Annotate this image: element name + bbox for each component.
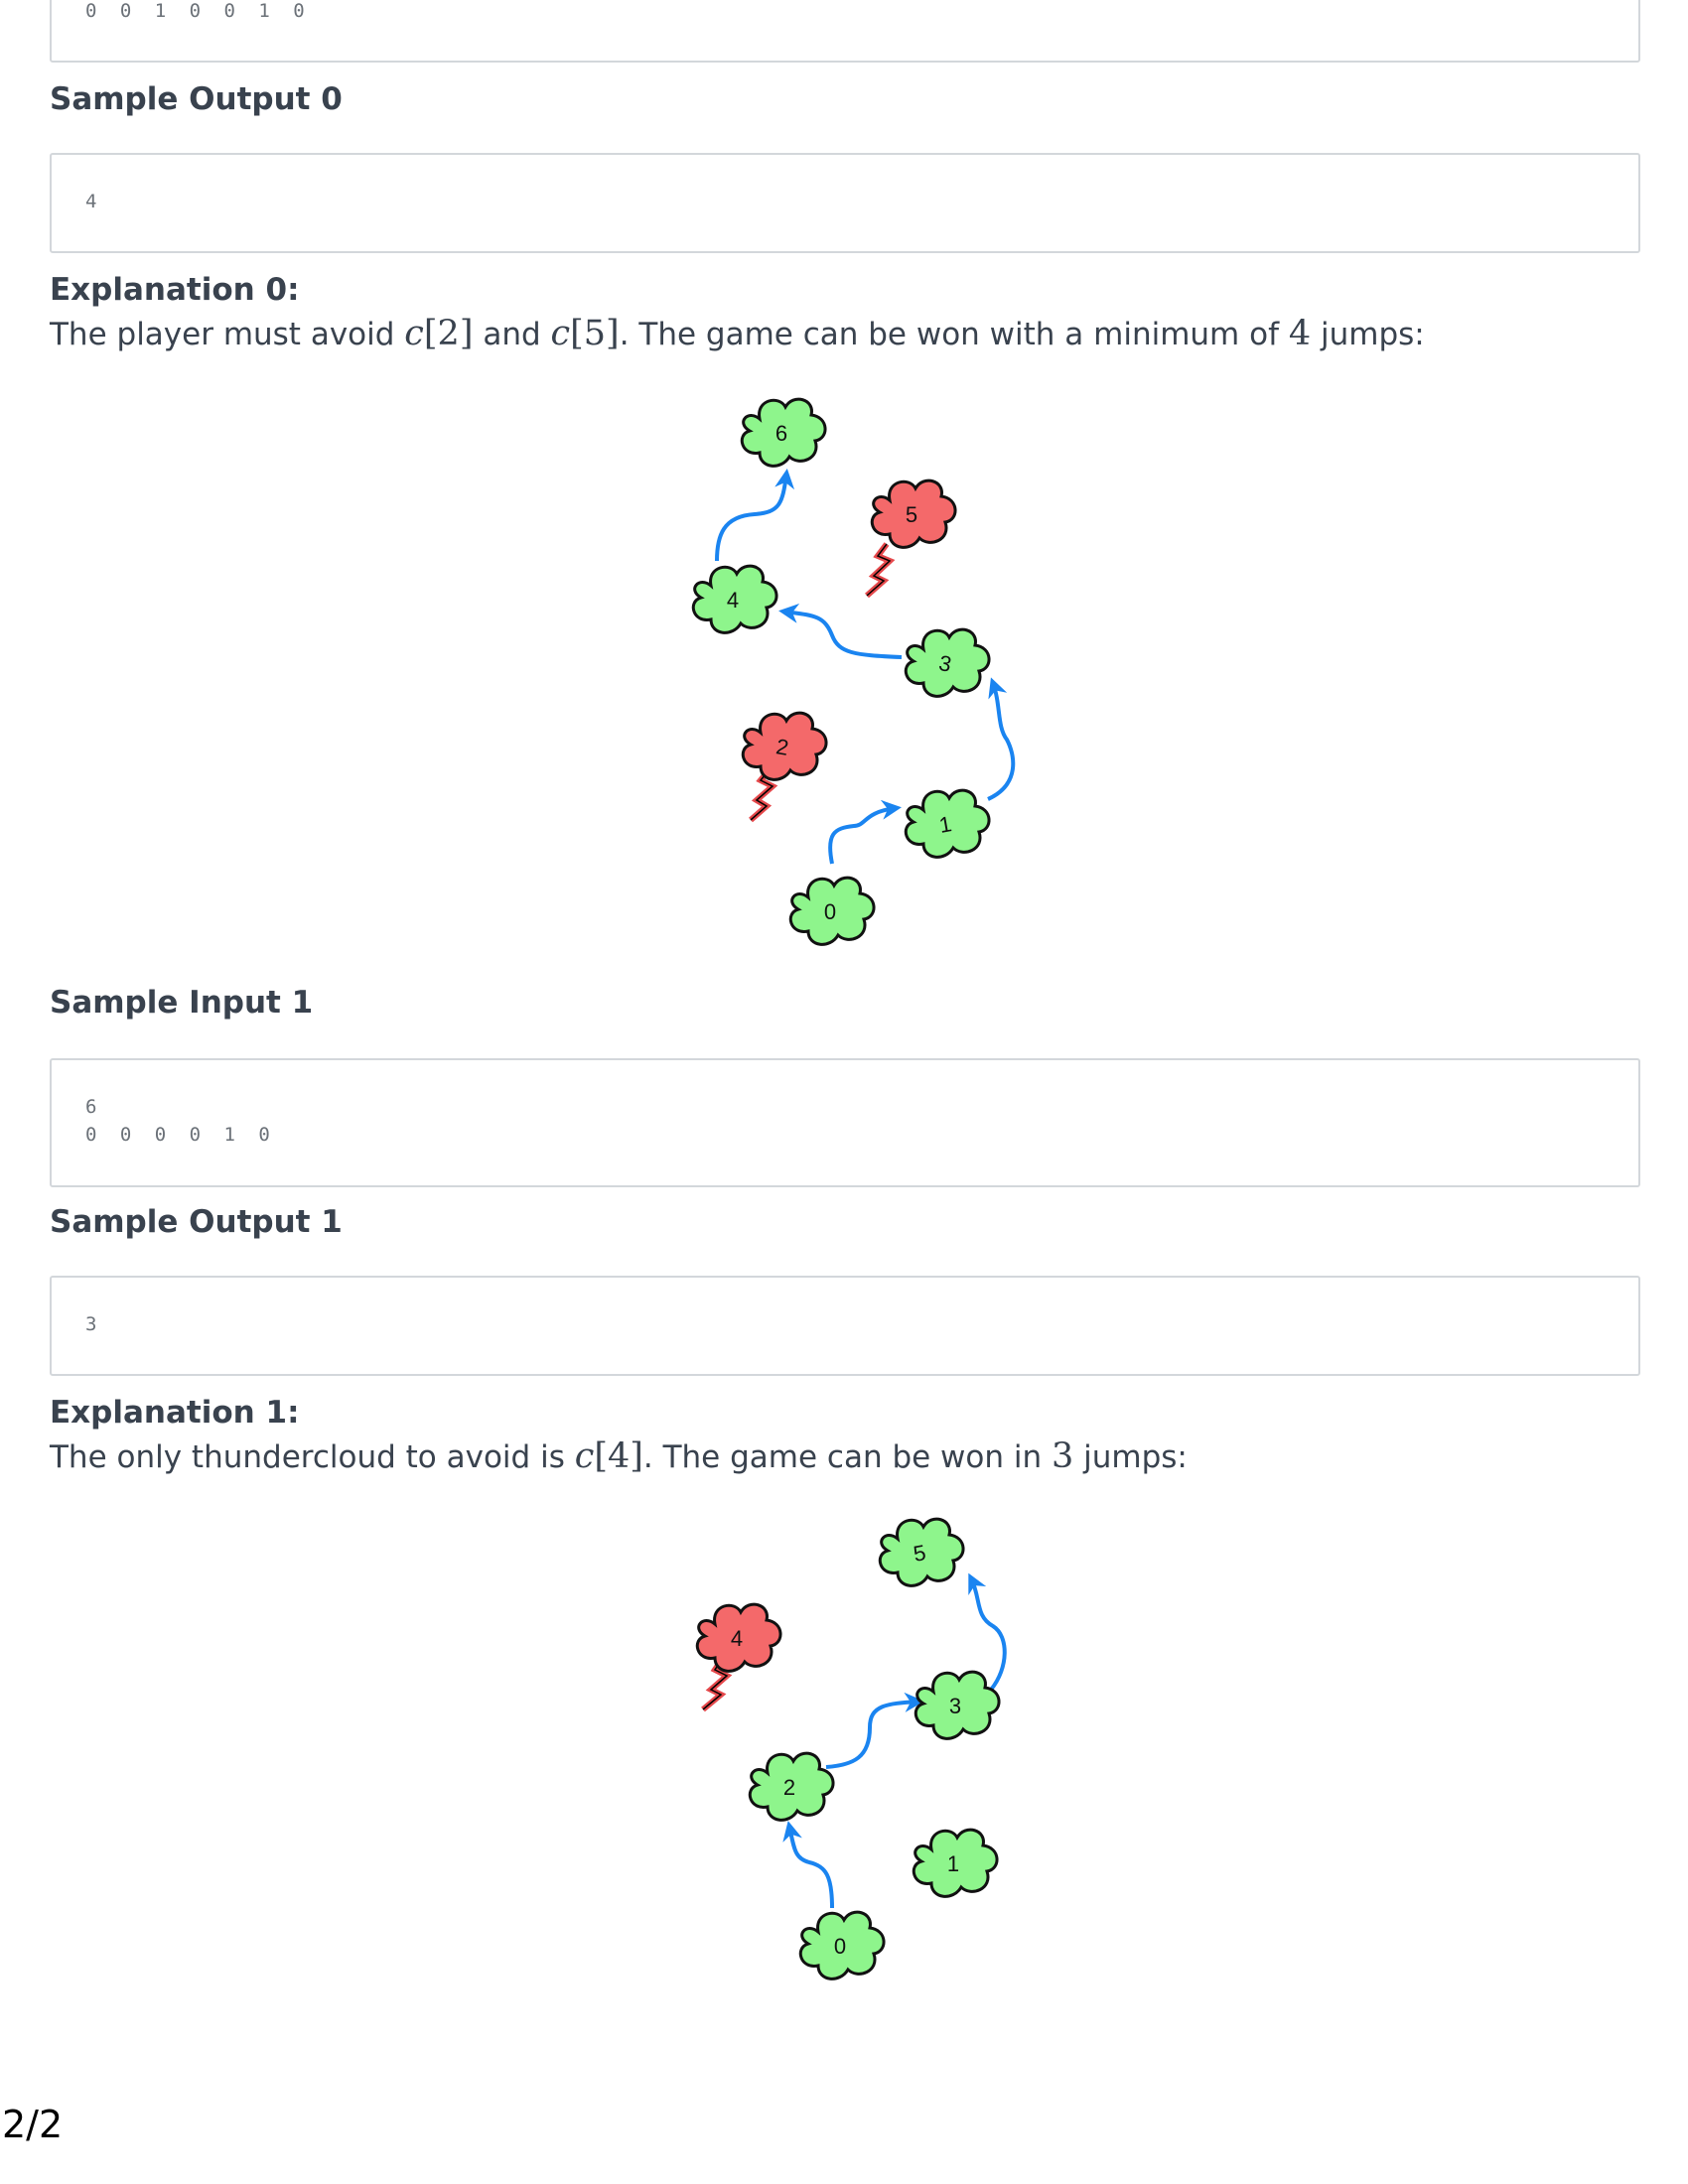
cloud-3: 3 — [904, 627, 991, 698]
math-var: c — [574, 1436, 595, 1476]
sample-input-1-box: 6 0 0 0 0 1 0 — [50, 1058, 1640, 1187]
sample-output-1-value: 3 — [85, 1313, 103, 1335]
cloud-0: 0 — [788, 876, 876, 946]
jump-arrow-1-3 — [987, 677, 1016, 801]
cloud-3: 3 — [914, 1670, 1001, 1740]
math-jump-count: 3 — [1052, 1436, 1074, 1476]
sample-output-1-box: 3 — [50, 1276, 1640, 1376]
cloud-label: 1 — [947, 1851, 959, 1876]
cloud-4: 4 — [691, 564, 778, 634]
cloud-label: 4 — [731, 1626, 743, 1651]
sample-input-1-line-1: 6 — [85, 1096, 103, 1118]
cloud-label: 5 — [906, 502, 917, 527]
explanation-1-text: The only thundercloud to avoid is c[4]. … — [50, 1436, 1188, 1476]
cloud-5: 5 — [878, 1517, 965, 1587]
jump-arrow-0-1 — [828, 799, 902, 865]
jump-arrow-3-4 — [778, 603, 903, 659]
math-index: [4] — [594, 1436, 643, 1476]
cloud-6: 6 — [740, 397, 827, 468]
cloud-2: 2 — [748, 1751, 835, 1822]
cloud-label: 0 — [834, 1934, 846, 1959]
jump-arrow-4-6 — [715, 469, 795, 562]
cloud-5: 5 — [870, 478, 957, 549]
cloud-0: 0 — [798, 1910, 886, 1980]
cloud-2: 2 — [741, 711, 828, 781]
math-c4: c[4] — [575, 1436, 643, 1476]
page-number: 2/2 — [2, 2103, 64, 2146]
cloud-label: 2 — [783, 1775, 795, 1800]
cloud-label: 3 — [949, 1694, 961, 1718]
jump-arrow-2-3 — [825, 1692, 924, 1769]
jump-arrow-0-2 — [782, 1821, 834, 1909]
lightning-bolt-icon — [865, 542, 896, 599]
cloud-4: 4 — [695, 1602, 782, 1673]
cloud-label: 0 — [824, 899, 836, 924]
cloud-label: 4 — [727, 588, 739, 613]
explanation-1-text-part: jumps: — [1073, 1439, 1188, 1475]
sample-input-1-line-2: 0 0 0 0 1 0 — [85, 1124, 276, 1146]
sample-output-1-heading: Sample Output 1 — [50, 1204, 343, 1240]
cloud-1: 1 — [904, 788, 991, 859]
cloud-label: 6 — [775, 421, 787, 446]
cloud-1: 1 — [912, 1828, 999, 1898]
explanation-1-text-part: The only thundercloud to avoid is — [50, 1439, 575, 1475]
explanation-1-text-part: . The game can be won in — [642, 1439, 1052, 1475]
explanation-1-heading: Explanation 1: — [50, 1395, 300, 1431]
sample-input-1-heading: Sample Input 1 — [50, 985, 314, 1021]
